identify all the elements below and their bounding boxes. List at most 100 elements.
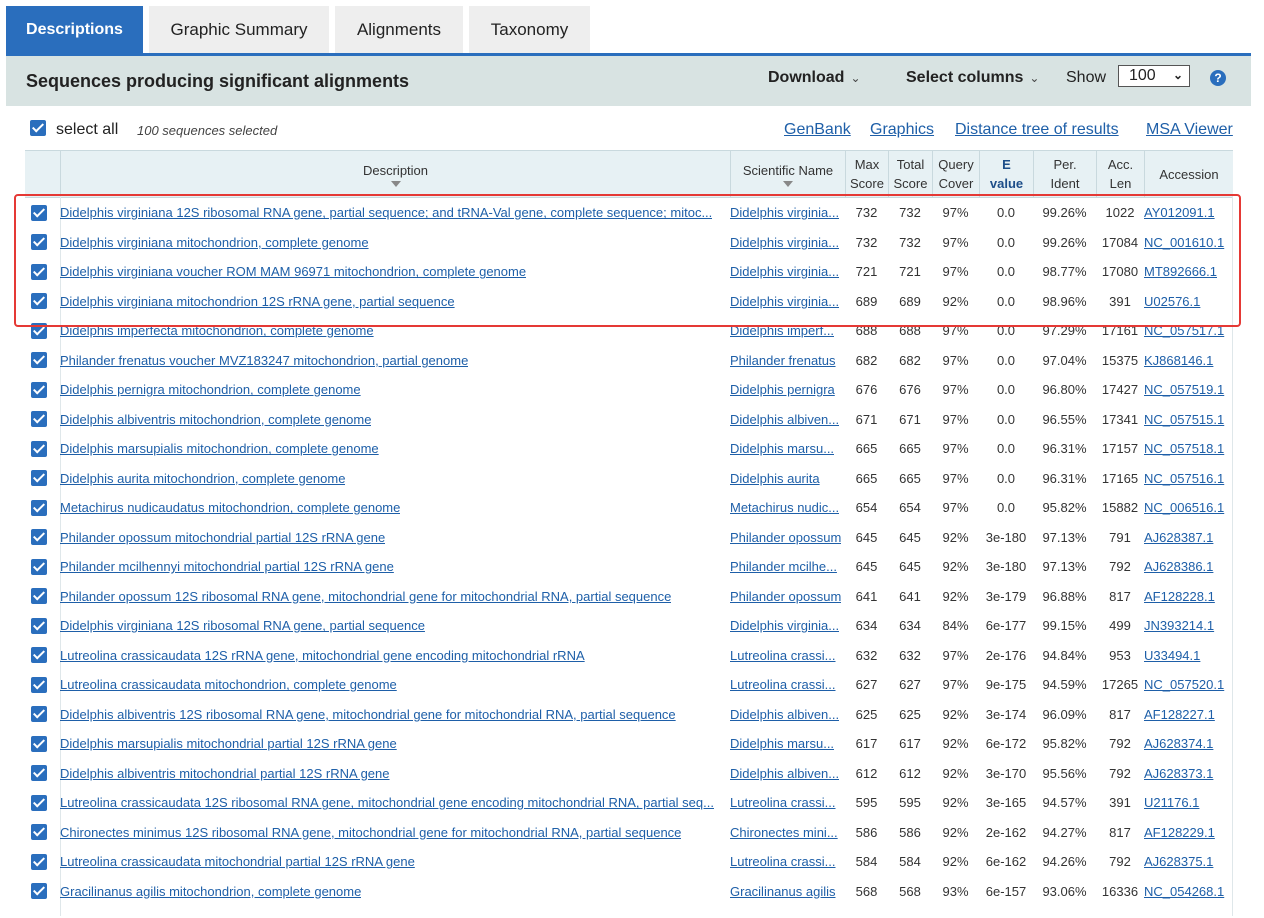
accession-link[interactable]: AJ628373.1 bbox=[1144, 759, 1232, 789]
row-checkbox[interactable] bbox=[31, 676, 47, 693]
msa-viewer-link[interactable]: MSA Viewer bbox=[1146, 121, 1233, 139]
description-link[interactable]: Didelphis imperfecta mitochondrion, comp… bbox=[60, 316, 725, 346]
accession-link[interactable]: NC_057519.1 bbox=[1144, 375, 1232, 405]
description-link[interactable]: Didelphis virginiana 12S ribosomal RNA g… bbox=[60, 198, 725, 228]
row-checkbox[interactable] bbox=[31, 735, 47, 752]
accession-link[interactable]: NC_057518.1 bbox=[1144, 434, 1232, 464]
accession-link[interactable]: U33494.1 bbox=[1144, 641, 1232, 671]
col-max-score[interactable]: Max Score bbox=[845, 151, 888, 197]
accession-link[interactable]: AF128228.1 bbox=[1144, 582, 1232, 612]
accession-link[interactable]: JN393214.1 bbox=[1144, 611, 1232, 641]
description-link[interactable]: Didelphis aurita mitochondrion, complete… bbox=[60, 464, 725, 494]
genbank-link[interactable]: GenBank bbox=[784, 121, 851, 139]
scientific-name-link[interactable]: Lutreolina crassi... bbox=[730, 670, 844, 700]
description-link[interactable]: Didelphis albiventris 12S ribosomal RNA … bbox=[60, 700, 725, 730]
scientific-name-link[interactable]: Philander opossum bbox=[730, 582, 844, 612]
scientific-name-link[interactable]: Didelphis virginia... bbox=[730, 287, 844, 317]
accession-link[interactable]: AY012091.1 bbox=[1144, 198, 1232, 228]
row-checkbox[interactable] bbox=[31, 706, 47, 723]
description-link[interactable]: Didelphis virginiana mitochondrion, comp… bbox=[60, 228, 725, 258]
row-checkbox[interactable] bbox=[31, 588, 47, 605]
row-checkbox[interactable] bbox=[31, 617, 47, 634]
accession-link[interactable]: NC_057515.1 bbox=[1144, 405, 1232, 435]
row-checkbox[interactable] bbox=[31, 411, 47, 428]
scientific-name-link[interactable]: Lutreolina crassi... bbox=[730, 847, 844, 877]
scientific-name-link[interactable]: Philander frenatus bbox=[730, 346, 844, 376]
description-link[interactable]: Didelphis virginiana voucher ROM MAM 969… bbox=[60, 257, 725, 287]
description-link[interactable]: Didelphis virginiana 12S ribosomal RNA g… bbox=[60, 611, 725, 641]
description-link[interactable]: Gracilinanus agilis mitochondrion, compl… bbox=[60, 877, 725, 907]
scientific-name-link[interactable]: Didelphis virginia... bbox=[730, 228, 844, 258]
col-scientific-name[interactable]: Scientific Name bbox=[730, 151, 845, 197]
description-link[interactable]: Didelphis pernigra mitochondrion, comple… bbox=[60, 375, 725, 405]
scientific-name-link[interactable]: Didelphis virginia... bbox=[730, 257, 844, 287]
row-checkbox[interactable] bbox=[31, 499, 47, 516]
accession-link[interactable]: U21176.1 bbox=[1144, 788, 1232, 818]
scientific-name-link[interactable]: Didelphis marsu... bbox=[730, 434, 844, 464]
col-total-score[interactable]: Total Score bbox=[888, 151, 932, 197]
scientific-name-link[interactable]: Didelphis imperf... bbox=[730, 316, 844, 346]
scientific-name-link[interactable]: Didelphis pernigra bbox=[730, 375, 844, 405]
accession-link[interactable]: AF128229.1 bbox=[1144, 818, 1232, 848]
scientific-name-link[interactable]: Didelphis virginia... bbox=[730, 611, 844, 641]
row-checkbox[interactable] bbox=[31, 381, 47, 398]
distance-tree-link[interactable]: Distance tree of results bbox=[955, 121, 1119, 139]
col-accession[interactable]: Accession bbox=[1144, 151, 1233, 197]
help-icon[interactable]: ? bbox=[1210, 70, 1226, 86]
accession-link[interactable]: AF128227.1 bbox=[1144, 700, 1232, 730]
accession-link[interactable]: NC_057520.1 bbox=[1144, 670, 1232, 700]
scientific-name-link[interactable]: Didelphis marsu... bbox=[730, 729, 844, 759]
row-checkbox[interactable] bbox=[31, 794, 47, 811]
scientific-name-link[interactable]: Gracilinanus agilis bbox=[730, 877, 844, 907]
accession-link[interactable]: NC_057516.1 bbox=[1144, 464, 1232, 494]
description-link[interactable]: Lutreolina crassicaudata 12S ribosomal R… bbox=[60, 788, 725, 818]
row-checkbox[interactable] bbox=[31, 204, 47, 221]
description-link[interactable]: Lutreolina crassicaudata mitochondrial p… bbox=[60, 847, 725, 877]
row-checkbox[interactable] bbox=[31, 470, 47, 487]
description-link[interactable]: Lutreolina crassicaudata mitochondrion, … bbox=[60, 670, 725, 700]
row-checkbox[interactable] bbox=[31, 883, 47, 900]
row-checkbox[interactable] bbox=[31, 765, 47, 782]
row-checkbox[interactable] bbox=[31, 558, 47, 575]
show-count-select[interactable]: 100 ⌄ bbox=[1118, 65, 1190, 87]
description-link[interactable]: Didelphis albiventris mitochondrion, com… bbox=[60, 405, 725, 435]
row-checkbox[interactable] bbox=[31, 293, 47, 310]
row-checkbox[interactable] bbox=[31, 440, 47, 457]
accession-link[interactable]: NC_057517.1 bbox=[1144, 316, 1232, 346]
row-checkbox[interactable] bbox=[31, 234, 47, 251]
tab-descriptions[interactable]: Descriptions bbox=[6, 6, 143, 54]
accession-link[interactable]: MT892666.1 bbox=[1144, 257, 1232, 287]
description-link[interactable]: Philander mcilhennyi mitochondrial parti… bbox=[60, 552, 725, 582]
tab-alignments[interactable]: Alignments bbox=[335, 6, 463, 54]
description-link[interactable]: Chironectes minimus 12S ribosomal RNA ge… bbox=[60, 818, 725, 848]
tab-graphic-summary[interactable]: Graphic Summary bbox=[149, 6, 329, 54]
scientific-name-link[interactable]: Philander opossum bbox=[730, 523, 844, 553]
description-link[interactable]: Philander opossum mitochondrial partial … bbox=[60, 523, 725, 553]
download-menu[interactable]: Download ⌄ bbox=[768, 69, 861, 87]
scientific-name-link[interactable]: Chironectes mini... bbox=[730, 818, 844, 848]
row-checkbox[interactable] bbox=[31, 352, 47, 369]
accession-link[interactable]: U02576.1 bbox=[1144, 287, 1232, 317]
description-link[interactable]: Philander frenatus voucher MVZ183247 mit… bbox=[60, 346, 725, 376]
description-link[interactable]: Didelphis albiventris mitochondrial part… bbox=[60, 759, 725, 789]
scientific-name-link[interactable]: Lutreolina crassi... bbox=[730, 641, 844, 671]
description-link[interactable]: Philander opossum 12S ribosomal RNA gene… bbox=[60, 582, 725, 612]
row-checkbox[interactable] bbox=[31, 322, 47, 339]
scientific-name-link[interactable]: Didelphis albiven... bbox=[730, 405, 844, 435]
row-checkbox[interactable] bbox=[31, 647, 47, 664]
row-checkbox[interactable] bbox=[31, 824, 47, 841]
scientific-name-link[interactable]: Didelphis aurita bbox=[730, 464, 844, 494]
accession-link[interactable]: AJ628374.1 bbox=[1144, 729, 1232, 759]
row-checkbox[interactable] bbox=[31, 263, 47, 280]
graphics-link[interactable]: Graphics bbox=[870, 121, 934, 139]
accession-link[interactable]: KJ868146.1 bbox=[1144, 346, 1232, 376]
description-link[interactable]: Didelphis virginiana mitochondrion 12S r… bbox=[60, 287, 725, 317]
accession-link[interactable]: AJ628387.1 bbox=[1144, 523, 1232, 553]
accession-link[interactable]: NC_006516.1 bbox=[1144, 493, 1232, 523]
col-description[interactable]: Description bbox=[60, 151, 730, 197]
select-all-checkbox[interactable] bbox=[30, 120, 46, 136]
accession-link[interactable]: AJ628375.1 bbox=[1144, 847, 1232, 877]
accession-link[interactable]: AJ628386.1 bbox=[1144, 552, 1232, 582]
scientific-name-link[interactable]: Lutreolina crassi... bbox=[730, 788, 844, 818]
accession-link[interactable]: NC_054268.1 bbox=[1144, 877, 1232, 907]
